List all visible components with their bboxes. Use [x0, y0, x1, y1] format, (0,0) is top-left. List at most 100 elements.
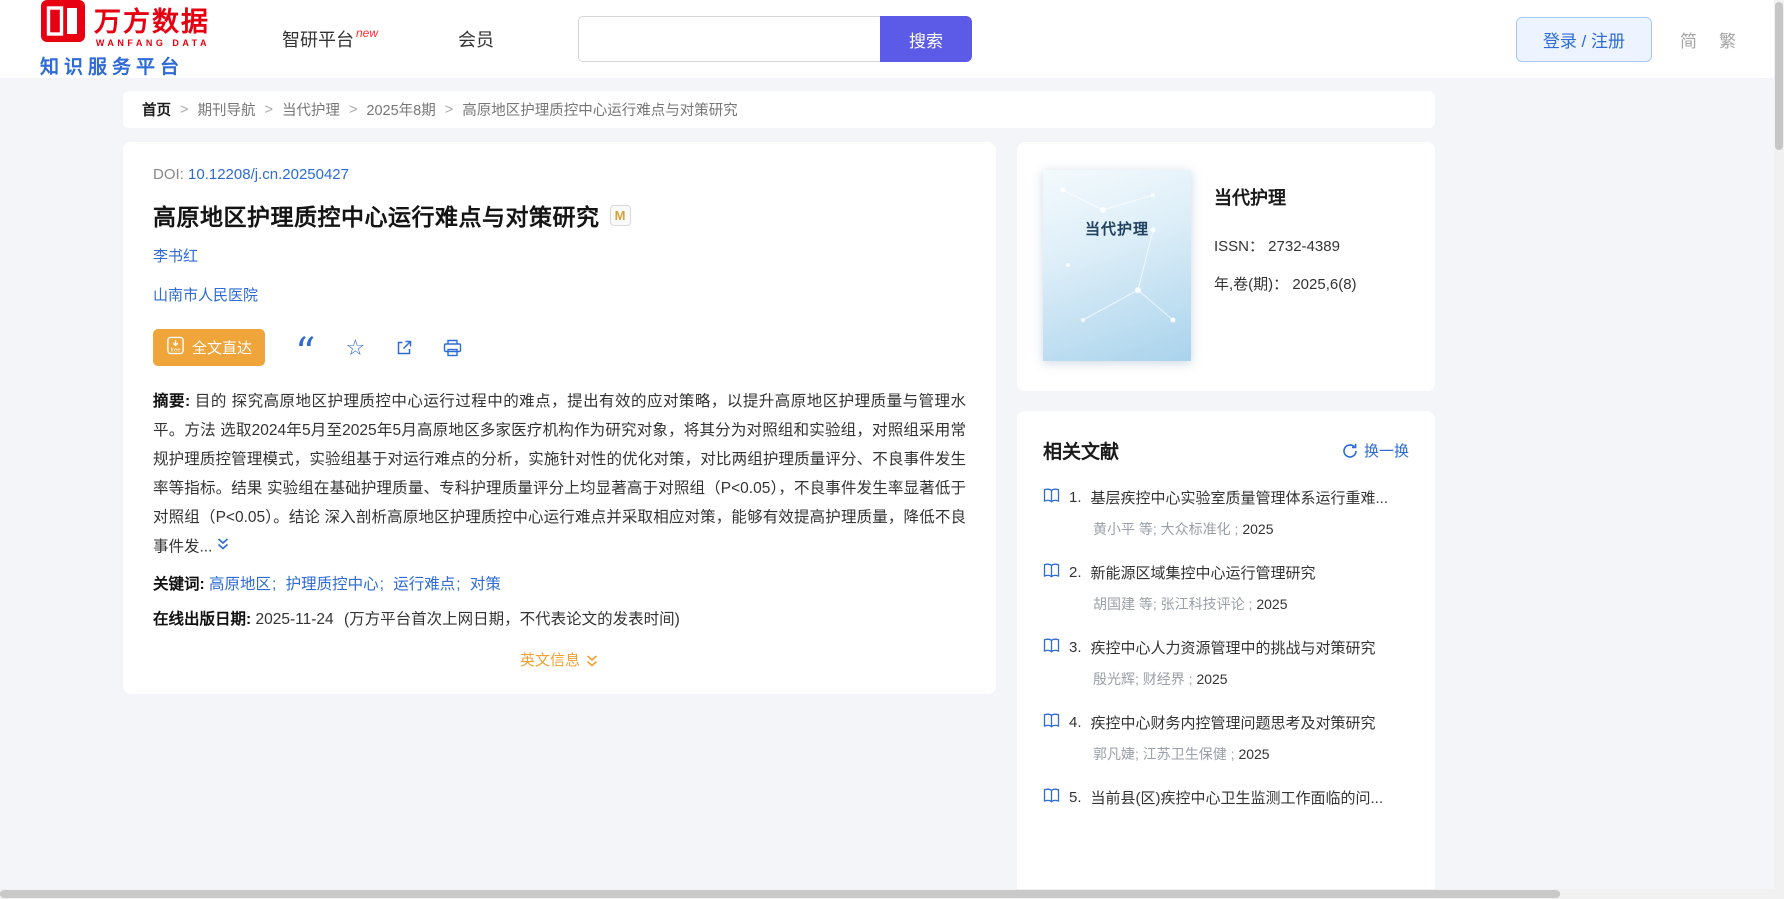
breadcrumb-journal-nav[interactable]: 期刊导航 [197, 99, 255, 120]
breadcrumb-journal[interactable]: 当代护理 [282, 99, 340, 120]
related-item-year: 2025 [1238, 746, 1270, 762]
related-item-meta: 殷光辉; 财经界 ; 2025 [1093, 669, 1409, 689]
related-item-author[interactable]: 黄小平 等; [1093, 521, 1157, 537]
related-item-meta: 郭凡婕; 江苏卫生保健 ; 2025 [1093, 744, 1409, 764]
breadcrumb-separator: > [348, 101, 358, 118]
related-item: 3. 疾控中心人力资源管理中的挑战与对策研究 殷光辉; 财经界 ; 2025 [1043, 637, 1409, 689]
related-literature-card: 相关文献 换一换 1. 基层疾控中心实验室质量管理体系运行重难... 黄小平 等… [1017, 411, 1435, 899]
publication-date-row: 在线出版日期: 2025-11-24 (万方平台首次上网日期，不代表论文的发表时… [153, 607, 966, 629]
related-item-author[interactable]: 殷光辉; [1093, 671, 1139, 687]
keyword-link[interactable]: 护理质控中心 [286, 576, 389, 593]
abstract-label: 摘要: [153, 393, 191, 410]
new-badge: new [356, 26, 379, 40]
wanfang-logo[interactable]: 万方数据 WANFANG DATA 知识服务平台 [40, 0, 210, 79]
related-item: 4. 疾控中心财务内控管理问题思考及对策研究 郭凡婕; 江苏卫生保健 ; 202… [1043, 712, 1409, 764]
lang-simplified[interactable]: 简 [1680, 27, 1697, 52]
breadcrumb-separator: > [180, 101, 189, 118]
related-item-title[interactable]: 新能源区域集控中心运行管理研究 [1091, 562, 1316, 583]
favorite-star-icon[interactable]: ☆ [345, 336, 365, 359]
related-item-title[interactable]: 基层疾控中心实验室质量管理体系运行重难... [1091, 487, 1389, 508]
related-item-title[interactable]: 疾控中心财务内控管理问题思考及对策研究 [1091, 712, 1376, 733]
article-detail-card: DOI: 10.12208/j.cn.20250427 高原地区护理质控中心运行… [123, 142, 996, 694]
nav-member[interactable]: 会员 [458, 26, 494, 52]
brand-name: 万方数据 [94, 6, 210, 37]
vertical-scrollbar[interactable] [1774, 0, 1784, 899]
pubdate-label: 在线出版日期: [153, 610, 252, 628]
related-literature-title: 相关文献 [1043, 442, 1120, 463]
fulltext-free-icon: free [166, 336, 185, 359]
related-item-year: 2025 [1196, 671, 1228, 687]
pubdate-value: 2025-11-24 [255, 610, 334, 628]
related-item-number: 1. [1069, 489, 1082, 506]
related-item-author[interactable]: 胡国建 等; [1093, 596, 1157, 612]
book-icon [1043, 488, 1060, 507]
english-info-toggle[interactable]: 英文信息 [153, 649, 966, 670]
keyword-link[interactable]: 高原地区 [209, 576, 281, 593]
search-input[interactable] [578, 16, 881, 62]
related-item: 2. 新能源区域集控中心运行管理研究 胡国建 等; 张江科技评论 ; 2025 [1043, 562, 1409, 614]
search-bar: 搜索 [578, 16, 973, 62]
metrics-badge[interactable]: M [609, 204, 631, 226]
search-button[interactable]: 搜索 [880, 16, 973, 62]
related-item-number: 3. [1069, 639, 1082, 656]
platform-name: 知识服务平台 [40, 57, 185, 78]
article-title: 高原地区护理质控中心运行难点与对策研究 [153, 204, 600, 230]
related-item-author[interactable]: 郭凡婕; [1093, 746, 1139, 762]
keywords-section: 关键词: 高原地区 护理质控中心 运行难点 对策 [153, 572, 966, 594]
related-item: 5. 当前县(区)疾控中心卫生监测工作面临的问... [1043, 787, 1409, 808]
related-item-journal[interactable]: 财经界 ; [1143, 671, 1193, 687]
cite-quote-icon[interactable]: “ [295, 333, 315, 373]
abstract-section: 摘要: 目的 探究高原地区护理质控中心运行过程中的难点，提出有效的应对策略，以提… [153, 388, 966, 563]
keywords-label: 关键词: [153, 575, 205, 593]
related-item-meta: 黄小平 等; 大众标准化 ; 2025 [1093, 519, 1409, 539]
journal-name: 当代护理 [1214, 188, 1286, 208]
author-link[interactable]: 李书红 [153, 245, 966, 266]
vertical-scrollbar-thumb[interactable] [1775, 2, 1783, 150]
related-item-number: 5. [1069, 789, 1082, 806]
refresh-related-button[interactable]: 换一换 [1342, 440, 1409, 461]
print-icon[interactable] [443, 339, 462, 357]
journal-cover-title: 当代护理 [1084, 221, 1149, 238]
journal-cover[interactable]: 当代护理 [1043, 170, 1191, 361]
export-share-icon[interactable] [395, 339, 413, 357]
related-item-number: 2. [1069, 564, 1082, 581]
book-icon [1043, 638, 1060, 657]
related-item-journal[interactable]: 大众标准化 ; [1161, 521, 1239, 537]
doi-link[interactable]: 10.12208/j.cn.20250427 [188, 166, 349, 183]
login-register-button[interactable]: 登录 / 注册 [1515, 16, 1652, 62]
header: 万方数据 WANFANG DATA 知识服务平台 智研平台 new 会员 搜索 登… [0, 0, 1784, 78]
cover-network-decoration [1060, 187, 1176, 323]
related-item-journal[interactable]: 江苏卫生保健 ; [1143, 746, 1235, 762]
brand-name-en: WANFANG DATA [95, 38, 210, 48]
lang-traditional[interactable]: 繁 [1719, 27, 1736, 52]
breadcrumb-separator: > [444, 101, 454, 118]
keyword-link[interactable]: 运行难点 [393, 576, 465, 593]
related-item-number: 4. [1069, 714, 1082, 731]
main-nav: 智研平台 new 会员 [282, 26, 494, 52]
abstract-text: 目的 探究高原地区护理质控中心运行过程中的难点，提出有效的应对策略，以提升高原地… [153, 393, 966, 556]
horizontal-scrollbar[interactable] [0, 889, 1774, 899]
breadcrumb-home[interactable]: 首页 [142, 99, 171, 120]
related-item-journal[interactable]: 张江科技评论 ; [1161, 596, 1253, 612]
breadcrumb-issue[interactable]: 2025年8期 [366, 99, 435, 120]
journal-issn: ISSN： 2732-4389 [1214, 238, 1340, 255]
book-icon [1043, 713, 1060, 732]
pubdate-note: (万方平台首次上网日期，不代表论文的发表时间) [343, 610, 680, 628]
breadcrumb: 首页 > 期刊导航 > 当代护理 > 2025年8期 > 高原地区护理质控中心运… [123, 91, 1435, 128]
affiliation-link[interactable]: 山南市人民医院 [153, 284, 966, 305]
keyword-link[interactable]: 对策 [470, 576, 501, 593]
refresh-icon [1343, 443, 1357, 458]
svg-text:free: free [170, 348, 180, 354]
fulltext-access-button[interactable]: free 全文直达 [153, 329, 266, 366]
expand-abstract-icon[interactable] [216, 533, 230, 562]
related-item-title[interactable]: 疾控中心人力资源管理中的挑战与对策研究 [1091, 637, 1376, 658]
chevron-double-down-icon [586, 654, 598, 667]
related-item: 1. 基层疾控中心实验室质量管理体系运行重难... 黄小平 等; 大众标准化 ;… [1043, 487, 1409, 539]
journal-info-card: 当代护理 当代护理 ISSN： 2732-4389 年,卷(期)： 2025,6… [1017, 142, 1435, 391]
horizontal-scrollbar-thumb[interactable] [0, 890, 1560, 898]
breadcrumb-current-article: 高原地区护理质控中心运行难点与对策研究 [462, 103, 738, 119]
related-item-year: 2025 [1242, 521, 1274, 537]
related-item-year: 2025 [1256, 596, 1288, 612]
nav-zhiyan-platform[interactable]: 智研平台 new [282, 26, 378, 52]
related-item-title[interactable]: 当前县(区)疾控中心卫生监测工作面临的问... [1091, 787, 1384, 808]
